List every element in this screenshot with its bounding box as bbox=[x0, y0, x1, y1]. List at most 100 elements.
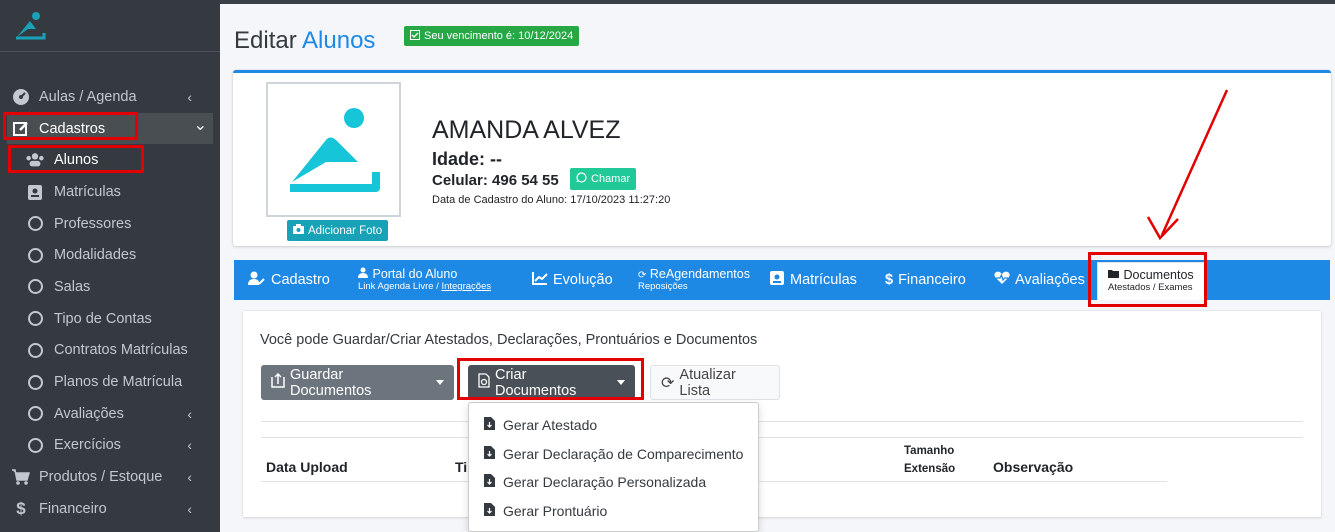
chart-line-icon bbox=[532, 271, 548, 289]
divider bbox=[261, 437, 1303, 438]
top-strip bbox=[220, 0, 1335, 4]
chevron-left-icon: ‹ bbox=[187, 469, 192, 486]
sidebar-item-tipo-de-contas[interactable]: Tipo de Contas bbox=[0, 303, 220, 335]
column-header-data-upload[interactable]: Data Upload bbox=[266, 459, 348, 475]
tab-label: Avaliações bbox=[1015, 272, 1085, 288]
annotation-box-criar-documentos bbox=[457, 358, 644, 400]
menu-item-label: Gerar Declaração de Comparecimento bbox=[503, 446, 744, 462]
annotation-box-alunos bbox=[8, 145, 144, 173]
sidebar-item-avaliacoes[interactable]: Avaliações ‹ bbox=[0, 398, 220, 430]
cart-icon bbox=[11, 467, 31, 487]
divider bbox=[261, 421, 1303, 422]
whatsapp-icon bbox=[576, 172, 587, 186]
documents-info-text: Você pode Guardar/Criar Atestados, Decla… bbox=[260, 332, 758, 348]
sidebar-item-aulas-agenda[interactable]: Aulas / Agenda ‹ bbox=[0, 81, 220, 113]
whatsapp-chat-button[interactable]: Chamar bbox=[570, 168, 637, 190]
sidebar-item-label: Matrículas bbox=[54, 183, 121, 200]
sidebar-item-label: Planos de Matrícula bbox=[54, 374, 183, 391]
due-date-text: Seu vencimento é: 10/12/2024 bbox=[424, 30, 574, 42]
caret-down-icon bbox=[436, 380, 444, 385]
sidebar-item-contratos-matriculas[interactable]: Contratos Matrículas bbox=[0, 335, 220, 367]
tab-label: Evolução bbox=[553, 272, 613, 288]
upload-file-icon bbox=[271, 372, 285, 392]
due-date-badge: Seu vencimento é: 10/12/2024 bbox=[404, 26, 580, 46]
dollar-icon: $ bbox=[885, 272, 894, 288]
criar-documentos-menu: Gerar Atestado Gerar Declaração de Compa… bbox=[468, 402, 759, 532]
tab-portal-do-aluno[interactable]: Portal do Aluno Link Agenda Livre / Inte… bbox=[358, 260, 491, 300]
sidebar-item-label: Avaliações bbox=[54, 405, 124, 422]
atualizar-lista-button[interactable]: ⟳ Atualizar Lista bbox=[650, 365, 780, 400]
integracoes-link[interactable]: Integrações bbox=[441, 281, 491, 292]
column-header-tamanho[interactable]: Tamanho bbox=[904, 442, 954, 460]
user-lock-icon bbox=[358, 267, 372, 281]
menu-item-gerar-prontuario[interactable]: Gerar Prontuário bbox=[484, 501, 607, 521]
camera-icon bbox=[293, 224, 304, 237]
sidebar-item-financeiro[interactable]: $ Financeiro ‹ bbox=[0, 493, 220, 525]
circle-icon bbox=[25, 277, 45, 297]
file-download-icon bbox=[484, 417, 495, 433]
sidebar-item-professores[interactable]: Professores bbox=[0, 208, 220, 240]
tab-label: Financeiro bbox=[898, 272, 966, 288]
file-download-icon bbox=[484, 474, 495, 490]
student-name: AMANDA ALVEZ bbox=[432, 116, 621, 144]
sidebar-item-label: Exercícios bbox=[54, 437, 121, 454]
brand-logo-icon bbox=[16, 11, 46, 39]
tab-matriculas[interactable]: Matrículas bbox=[769, 260, 857, 300]
user-edit-icon bbox=[248, 271, 266, 290]
tab-reagendamentos[interactable]: ⟳ ReAgendamentos Reposições bbox=[638, 260, 750, 300]
tab-label: Matrículas bbox=[790, 272, 857, 288]
circle-icon bbox=[25, 340, 45, 360]
circle-icon bbox=[25, 309, 45, 329]
sidebar-item-label: Modalidades bbox=[54, 247, 137, 264]
column-header-tipo[interactable]: Ti bbox=[455, 459, 467, 475]
tab-sublabel: Link Agenda Livre / bbox=[358, 281, 442, 293]
tab-evolucao[interactable]: Evolução bbox=[532, 260, 613, 300]
tachometer-icon bbox=[11, 87, 31, 107]
sidebar-item-matriculas[interactable]: Matrículas bbox=[0, 176, 220, 208]
logo[interactable] bbox=[0, 0, 220, 52]
tab-cadastro[interactable]: Cadastro bbox=[248, 260, 330, 300]
sidebar-item-label: Financeiro bbox=[39, 500, 107, 517]
student-photo bbox=[266, 82, 401, 217]
tab-financeiro[interactable]: $ Financeiro bbox=[885, 260, 966, 300]
guardar-label: Guardar Documentos bbox=[290, 366, 372, 399]
annotation-arrow-icon bbox=[1146, 89, 1229, 241]
menu-item-gerar-declaracao-comparecimento[interactable]: Gerar Declaração de Comparecimento bbox=[484, 444, 743, 464]
chat-label: Chamar bbox=[591, 173, 631, 185]
dollar-icon: $ bbox=[16, 498, 26, 518]
sync-icon: ⟳ bbox=[638, 269, 647, 281]
annotation-box-cadastros bbox=[3, 112, 138, 140]
sidebar-item-label: Aulas / Agenda bbox=[39, 88, 137, 105]
sidebar-item-modalidades[interactable]: Modalidades bbox=[0, 239, 220, 271]
sidebar-item-exercicios[interactable]: Exercícios ‹ bbox=[0, 430, 220, 462]
sidebar-item-label: Tipo de Contas bbox=[54, 310, 152, 327]
tab-label: ReAgendamentos bbox=[649, 266, 750, 281]
add-photo-button[interactable]: Adicionar Foto bbox=[287, 220, 389, 241]
student-age: Idade: -- bbox=[432, 149, 502, 169]
sidebar: Aulas / Agenda ‹ Cadastros ⌄ Alunos Matr… bbox=[0, 0, 220, 532]
sidebar-item-salas[interactable]: Salas bbox=[0, 271, 220, 303]
circle-icon bbox=[25, 404, 45, 424]
tab-label: Portal do Aluno bbox=[372, 267, 458, 282]
column-header-observacao[interactable]: Observação bbox=[993, 459, 1073, 475]
menu-item-gerar-declaracao-personalizada[interactable]: Gerar Declaração Personalizada bbox=[484, 472, 706, 492]
check-square-icon bbox=[410, 29, 420, 43]
menu-item-label: Gerar Declaração Personalizada bbox=[503, 474, 707, 490]
sidebar-item-planos-de-matricula[interactable]: Planos de Matrícula bbox=[0, 366, 220, 398]
sidebar-item-label: Contratos Matrículas bbox=[54, 342, 188, 359]
tab-avaliacoes[interactable]: Avaliações bbox=[994, 260, 1085, 300]
chevron-left-icon: ‹ bbox=[187, 405, 192, 422]
sidebar-item-produtos-estoque[interactable]: Produtos / Estoque ‹ bbox=[0, 461, 220, 493]
registration-date: Data de Cadastro do Aluno: 17/10/2023 11… bbox=[432, 194, 671, 206]
menu-item-gerar-atestado[interactable]: Gerar Atestado bbox=[484, 415, 597, 435]
guardar-documentos-button[interactable]: Guardar Documentos bbox=[261, 365, 454, 400]
sidebar-item-label: Professores bbox=[54, 215, 132, 232]
circle-icon bbox=[25, 372, 45, 392]
add-photo-label: Adicionar Foto bbox=[308, 224, 383, 237]
column-header-extensao[interactable]: Extensão bbox=[904, 460, 955, 478]
page-title: Editar Alunos bbox=[234, 27, 375, 55]
id-badge-icon bbox=[769, 270, 785, 290]
menu-item-label: Gerar Atestado bbox=[503, 417, 598, 433]
circle-icon bbox=[25, 245, 45, 265]
sync-icon: ⟳ bbox=[661, 374, 675, 392]
